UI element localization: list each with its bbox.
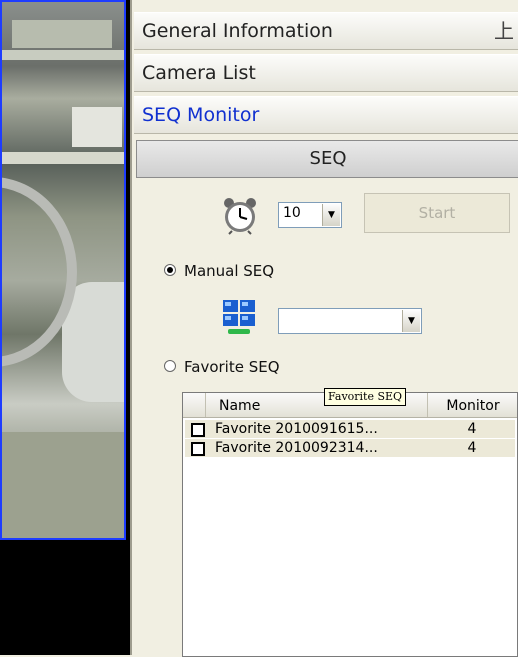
row-monitor: 4 <box>467 440 477 456</box>
general-information-header[interactable]: General Information 上 <box>134 12 518 50</box>
row-name: Favorite 2010092314... <box>215 440 378 456</box>
camera-feed-image[interactable] <box>0 0 126 540</box>
start-button[interactable]: Start <box>364 193 510 233</box>
manual-seq-label: Manual SEQ <box>184 262 275 280</box>
column-header-name[interactable]: Name <box>219 398 260 414</box>
dropdown-arrow-icon[interactable]: ▼ <box>402 310 420 332</box>
column-header-monitor[interactable]: Monitor <box>427 393 518 417</box>
row-monitor: 4 <box>467 421 477 437</box>
favorite-seq-radio[interactable]: Favorite SEQ <box>164 358 280 376</box>
manual-seq-radio[interactable]: Manual SEQ <box>164 262 274 280</box>
alarm-clock-icon <box>224 198 256 235</box>
pin-icon[interactable]: 上 <box>494 13 514 49</box>
favorite-seq-label: Favorite SEQ <box>184 358 280 376</box>
dropdown-arrow-icon[interactable]: ▼ <box>322 204 340 226</box>
seq-panel: General Information 上 Camera List SEQ Mo… <box>130 0 518 657</box>
camera-list-header[interactable]: Camera List <box>134 54 518 92</box>
row-checkbox[interactable] <box>191 442 205 456</box>
scene-shelf <box>2 50 124 60</box>
header-label: Camera List <box>142 62 256 84</box>
monitor-grid-icon <box>223 300 255 334</box>
seq-title-bar: SEQ <box>136 140 518 178</box>
scene-shelf <box>2 152 124 164</box>
column-header-checkbox[interactable] <box>183 393 206 417</box>
favorite-seq-tooltip: Favorite SEQ <box>324 388 407 406</box>
seq-title: SEQ <box>309 148 347 169</box>
interval-value: 10 <box>283 205 301 221</box>
interval-select[interactable]: 10 ▼ <box>278 202 342 228</box>
list-item[interactable]: Favorite 2010091615... 4 <box>185 420 515 438</box>
row-name: Favorite 2010091615... <box>215 421 378 437</box>
row-checkbox[interactable] <box>191 423 205 437</box>
manual-seq-select[interactable]: ▼ <box>278 308 422 334</box>
scene-box <box>72 107 122 147</box>
scene-box <box>12 20 112 48</box>
header-label: SEQ Monitor <box>142 104 260 126</box>
radio-selected-icon[interactable] <box>164 264 176 276</box>
seq-monitor-header[interactable]: SEQ Monitor <box>134 96 518 134</box>
header-label: General Information <box>142 20 333 42</box>
list-item[interactable]: Favorite 2010092314... 4 <box>185 439 515 457</box>
radio-unselected-icon[interactable] <box>164 360 176 372</box>
camera-view[interactable] <box>0 0 130 655</box>
favorite-seq-list[interactable]: Name Monitor Favorite 2010091615... 4 Fa… <box>182 392 518 657</box>
scene-floor <box>2 432 124 538</box>
